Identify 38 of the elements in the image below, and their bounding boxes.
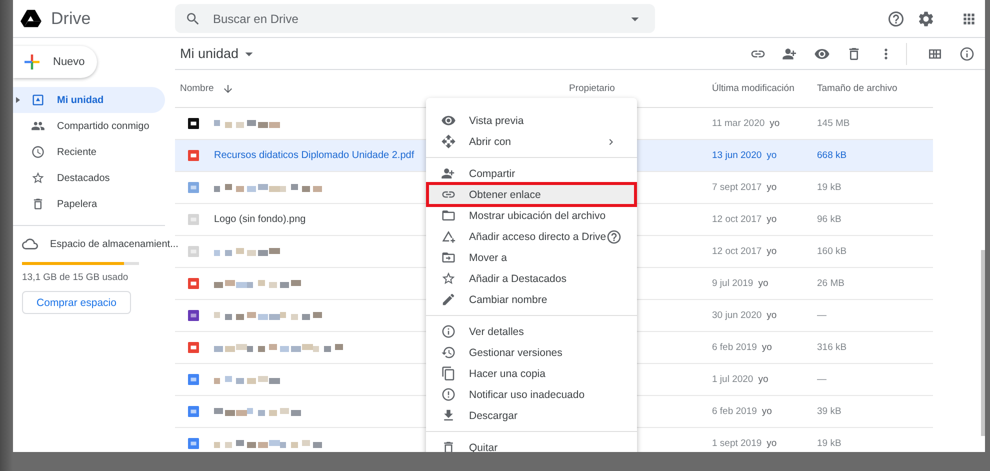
file-size: 668 kB xyxy=(817,150,847,161)
file-size: 26 MB xyxy=(817,278,844,289)
file-size: 39 kB xyxy=(817,406,842,417)
file-size: 19 kB xyxy=(817,438,842,449)
modified-date: 30 jun 2020 xyxy=(712,310,762,321)
modified-by: yo xyxy=(758,278,768,289)
modified-by: yo xyxy=(762,406,772,417)
modified-by: yo xyxy=(770,118,780,129)
modified-date: 6 feb 2019 xyxy=(712,342,757,353)
modified-by: yo xyxy=(766,246,777,257)
file-size: 145 MB xyxy=(817,118,850,129)
modified-date: 12 oct 2017 xyxy=(712,214,762,225)
modified-date: 11 mar 2020 xyxy=(712,118,765,129)
file-size: 96 kB xyxy=(817,214,842,225)
modified-by: yo xyxy=(766,182,777,193)
modified-date: 1 jul 2020 xyxy=(712,374,754,385)
file-name: Recursos didaticos Diplomado Unidade 2.pdf xyxy=(214,150,414,161)
modified-by: yo xyxy=(766,150,777,161)
file-name: Logo (sin fondo).png xyxy=(214,214,306,225)
modified-date: 7 sept 2017 xyxy=(712,182,762,193)
modified-by: yo xyxy=(762,342,772,353)
modified-date: 13 jun 2020 xyxy=(712,150,762,161)
modified-date: 9 jul 2019 xyxy=(712,278,754,289)
modified-by: yo xyxy=(758,374,768,385)
modified-by: yo xyxy=(766,310,777,321)
modified-date: 1 sept 2019 xyxy=(712,438,762,449)
modified-by: yo xyxy=(766,214,777,225)
file-size: 160 kB xyxy=(817,246,847,257)
file-size: — xyxy=(817,310,826,321)
modified-date: 12 oct 2017 xyxy=(712,246,762,257)
storage-label: Espacio de almacenamient... xyxy=(50,238,178,250)
modified-date: 6 feb 2019 xyxy=(712,406,757,417)
file-size: — xyxy=(817,374,826,385)
modified-by: yo xyxy=(766,438,777,449)
file-size: 316 kB xyxy=(817,342,847,353)
file-size: 19 kB xyxy=(817,182,842,193)
storage-usage: 13,1 GB de 15 GB usado xyxy=(22,272,130,283)
app-name: Drive xyxy=(51,8,91,28)
